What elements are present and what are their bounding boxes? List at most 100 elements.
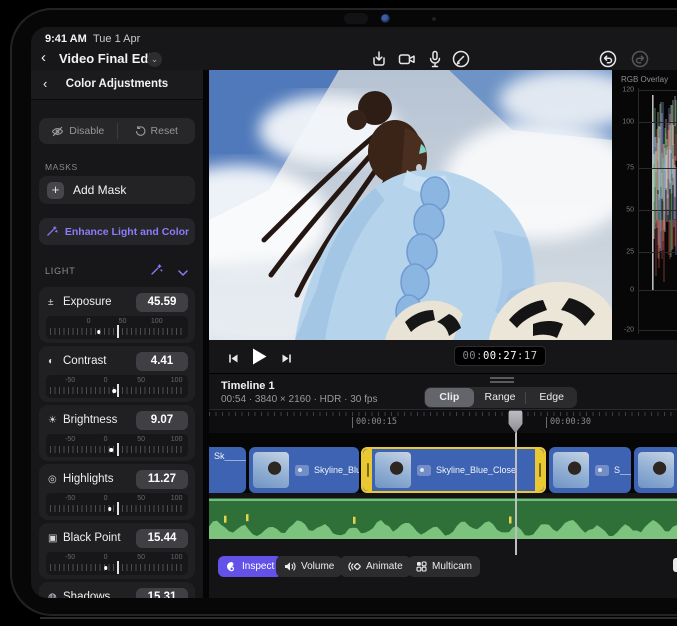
scope-gridline	[638, 290, 677, 291]
highlights-icon: ◎	[48, 474, 63, 485]
mode-edge[interactable]: Edge	[527, 388, 576, 407]
contrast-slider[interactable]: ◐ Contrast 4.41 -50050100	[39, 346, 195, 402]
inspect-button[interactable]: Inspect	[218, 556, 282, 577]
masks-section-label: MASKS	[45, 162, 78, 172]
mode-range[interactable]: Range	[476, 388, 525, 407]
project-title[interactable]: Video Final Edit	[59, 51, 156, 66]
reset-label: Reset	[151, 125, 178, 137]
disable-reset-group: Disable Reset	[39, 118, 195, 144]
add-mask-label: Add Mask	[73, 183, 126, 197]
scale-label: 100	[171, 377, 183, 384]
scale-label: -50	[65, 377, 75, 384]
scale-label: -50	[65, 436, 75, 443]
scale-label: 100	[171, 436, 183, 443]
center-line	[117, 443, 119, 456]
scope-gridline	[638, 252, 677, 253]
audio-track[interactable]	[209, 498, 677, 539]
sensor-dot-icon	[432, 17, 436, 21]
viewer-video-preview[interactable]	[209, 70, 612, 340]
cutoff-control[interactable]	[673, 558, 677, 572]
brightness-icon: ☀	[48, 415, 63, 426]
scope-gridline	[638, 330, 677, 331]
scale-label: 50	[137, 436, 145, 443]
contrast-value: 4.41	[136, 352, 188, 371]
import-media-button[interactable]	[369, 49, 389, 69]
brightness-slider[interactable]: ☀ Brightness 9.07 -50050100	[39, 405, 195, 461]
clip-partial-s[interactable]: S______	[549, 447, 631, 493]
front-camera-housing	[344, 13, 368, 24]
shadows-slider[interactable]: ◍ Shadows 15.31 -50050100	[39, 582, 195, 598]
skip-to-end-button[interactable]	[281, 351, 292, 369]
timeline-ruler[interactable]: 00:00:15 00:00:30	[209, 409, 677, 433]
clip-skyline-blue-wide[interactable]: Skyline_Blue_Wide	[249, 447, 359, 493]
image-icon	[295, 465, 309, 476]
scope-waveform	[612, 70, 677, 340]
add-mask-button[interactable]: + Add Mask	[39, 176, 195, 204]
magic-wand-icon	[45, 225, 58, 238]
highlights-value: 11.27	[136, 470, 188, 489]
exposure-ruler[interactable]: 050100	[46, 316, 188, 339]
multicam-button[interactable]: Multicam	[408, 556, 480, 577]
center-line	[117, 561, 119, 574]
timeline-panel: Timeline 1 00:54 · 3840 × 2160 · HDR · 3…	[209, 374, 677, 598]
contrast-icon: ◐	[48, 356, 63, 367]
enhance-light-color-button[interactable]: Enhance Light and Color	[39, 218, 195, 245]
clip-skyline-blue-close-selected[interactable]: Skyline_Blue_Close	[361, 447, 546, 493]
mode-clip[interactable]: Clip	[425, 388, 474, 407]
clip-partial-left[interactable]: Sk______	[209, 447, 246, 493]
status-time: 9:41 AM	[45, 33, 87, 45]
image-icon	[417, 465, 431, 476]
enhance-label: Enhance Light and Color	[65, 226, 189, 238]
ruler-ticks	[209, 412, 677, 416]
undo-button[interactable]	[598, 49, 618, 69]
light-sliders: ± Exposure 45.59 050100 ◐ Contrast 4.41 …	[39, 287, 195, 598]
center-line	[117, 502, 119, 515]
back-chevron-icon[interactable]: ‹	[41, 50, 46, 65]
trim-handle-left[interactable]	[363, 449, 372, 491]
scale-label: 100	[171, 554, 183, 561]
timecode-display[interactable]: 00:00:27:17	[454, 346, 546, 366]
volume-button[interactable]: Volume	[276, 556, 342, 577]
disable-button[interactable]: Disable	[39, 118, 117, 144]
exposure-slider[interactable]: ± Exposure 45.59 050100	[39, 287, 195, 343]
front-camera-icon	[381, 14, 390, 23]
reset-button[interactable]: Reset	[118, 118, 196, 144]
volume-icon	[284, 561, 296, 572]
highlights-slider[interactable]: ◎ Highlights 11.27 -50050100	[39, 464, 195, 520]
plus-icon: +	[47, 182, 64, 199]
timeline-gap	[209, 433, 677, 447]
black-point-ruler[interactable]: -50050100	[46, 552, 188, 575]
scale-label: 50	[137, 554, 145, 561]
section-collapse-chevron-icon[interactable]	[177, 265, 189, 283]
highlights-ruler[interactable]: -50050100	[46, 493, 188, 516]
title-dropdown-chevron-icon[interactable]: ⌄	[147, 52, 162, 67]
app-screen: 9:41 AM Tue 1 Apr ‹ Video Final Edit ⌄ ‹…	[31, 27, 677, 598]
clip-thumbnail	[553, 452, 589, 488]
scope-gridline	[638, 210, 677, 211]
pencil-tool-button[interactable]	[451, 49, 471, 69]
scale-label: 50	[119, 318, 127, 325]
scale-label: 50	[137, 377, 145, 384]
auto-enhance-icon[interactable]	[149, 263, 163, 282]
skip-to-start-button[interactable]	[228, 351, 239, 369]
trim-handle-right[interactable]	[535, 449, 544, 491]
scope-gridline	[638, 168, 677, 169]
scope-gridline	[638, 90, 677, 91]
play-button[interactable]	[251, 347, 268, 371]
value-dot	[97, 330, 101, 334]
timeline-drag-handle[interactable]	[490, 377, 514, 383]
scale-label: 100	[151, 318, 163, 325]
clip-partial-right[interactable]	[634, 447, 677, 493]
light-section-header: LIGHT	[31, 262, 203, 282]
animate-button[interactable]: Animate	[340, 556, 411, 577]
scale-label: 0	[104, 495, 108, 502]
brightness-ruler[interactable]: -50050100	[46, 434, 188, 457]
black-point-slider[interactable]: ▣ Black Point 15.44 -50050100	[39, 523, 195, 579]
microphone-button[interactable]	[425, 49, 445, 69]
contrast-ruler[interactable]: -50050100	[46, 375, 188, 398]
black-point-value: 15.44	[136, 529, 188, 548]
camera-button[interactable]	[397, 49, 417, 69]
value-dot	[108, 507, 112, 511]
redo-button[interactable]	[630, 49, 650, 69]
center-line	[117, 384, 119, 397]
